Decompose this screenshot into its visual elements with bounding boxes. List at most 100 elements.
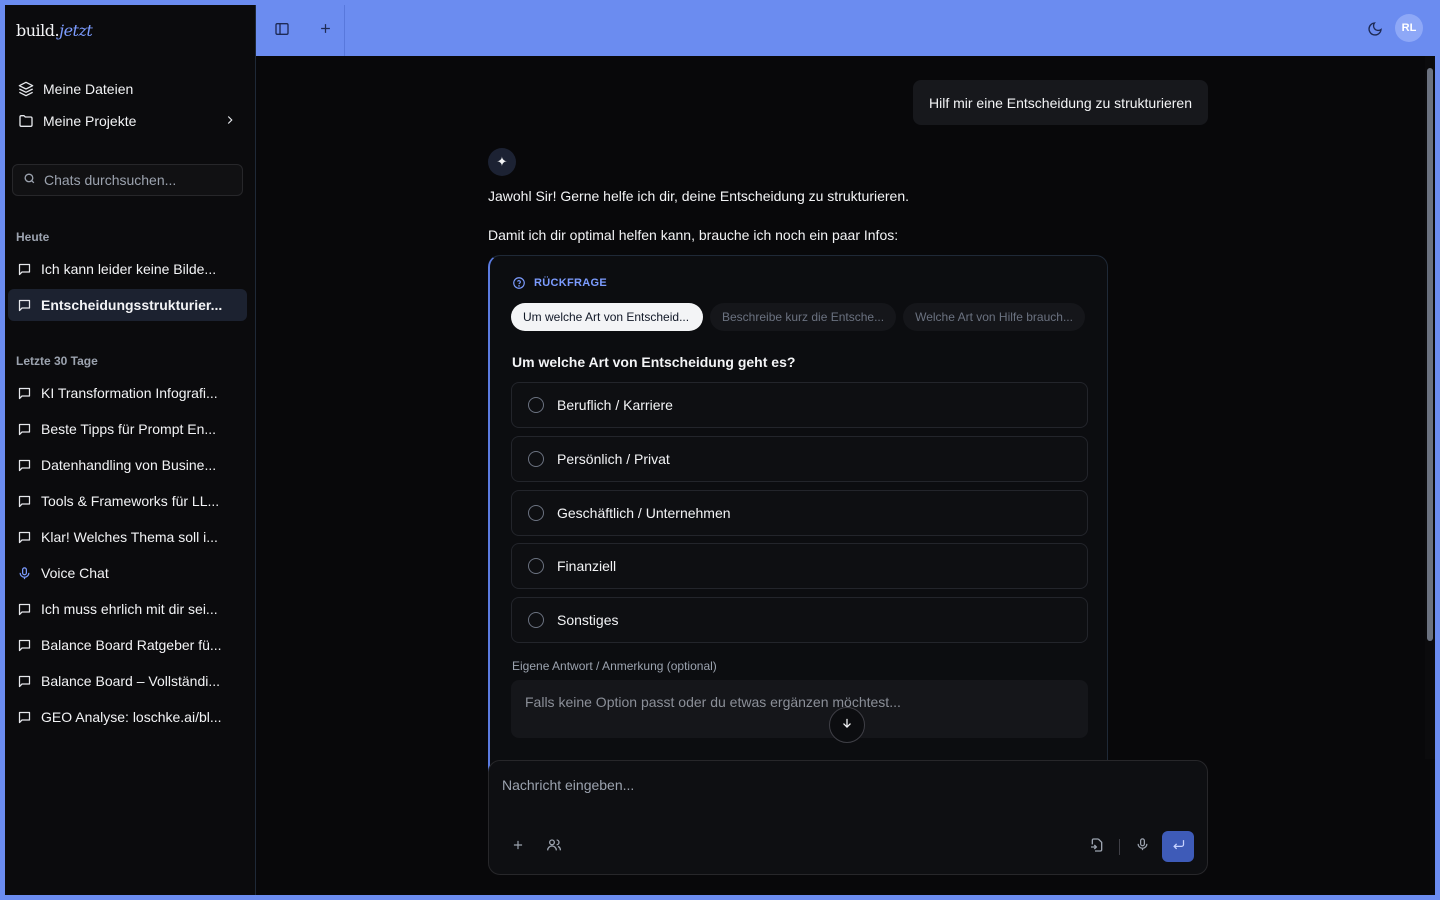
top-bar: RL: [256, 5, 1435, 56]
own-answer-input[interactable]: [511, 680, 1088, 738]
chat-bubble-icon: [17, 457, 33, 473]
scroll-to-bottom-button[interactable]: [829, 707, 865, 743]
chat-search[interactable]: [12, 164, 243, 196]
nav-my-files[interactable]: Meine Dateien: [8, 73, 247, 105]
answer-option[interactable]: Persönlich / Privat: [511, 435, 1088, 482]
answer-option-label: Geschäftlich / Unternehmen: [557, 504, 731, 521]
ai-message-intro: Jawohl Sir! Gerne helfe ich dir, deine E…: [488, 188, 910, 204]
chat-bubble-icon: [17, 673, 33, 689]
chat-list-item[interactable]: Balance Board – Vollständi...: [8, 665, 247, 697]
message-input[interactable]: [489, 761, 1207, 821]
file-import-icon: [1089, 837, 1105, 858]
search-icon: [23, 172, 36, 188]
ai-message-followup: Damit ich dir optimal helfen kann, brauc…: [488, 227, 899, 243]
chat-list-item-label: GEO Analyse: loschke.ai/bl...: [41, 709, 222, 725]
chat-scrollbar-thumb[interactable]: [1427, 68, 1433, 641]
radio-circle-icon[interactable]: [528, 504, 544, 521]
nav-my-files-label: Meine Dateien: [43, 81, 134, 97]
toggle-sidebar-button[interactable]: [268, 17, 296, 45]
answer-option-label: Beruflich / Karriere: [557, 397, 673, 413]
radio-circle-icon[interactable]: [528, 450, 544, 467]
question-title: Um welche Art von Entscheidung geht es?: [512, 354, 796, 370]
new-chat-button[interactable]: [311, 17, 339, 45]
layers-icon: [17, 80, 35, 98]
radio-circle-icon[interactable]: [528, 558, 544, 575]
chat-list-item-label: Balance Board Ratgeber fü...: [41, 637, 222, 653]
question-tab-1[interactable]: Um welche Art von Entscheid...: [511, 303, 703, 331]
chat-list-item-label: Voice Chat: [41, 565, 109, 581]
answer-option[interactable]: Sonstiges: [511, 597, 1088, 643]
chat-list-item-label: Beste Tipps für Prompt En...: [41, 421, 217, 437]
radio-circle-icon[interactable]: [528, 612, 544, 628]
arrow-down-icon: [840, 716, 854, 735]
chat-list-item[interactable]: Entscheidungsstrukturier...: [8, 289, 247, 321]
folder-icon: [17, 112, 35, 130]
chevron-right-icon[interactable]: [223, 113, 237, 130]
app-window: build.jetzt Meine Dateien Meine Projekte…: [5, 5, 1435, 895]
chat-list-item-label: Ich muss ehrlich mit dir sei...: [41, 601, 218, 617]
sidebar-icon: [274, 21, 290, 42]
answer-option[interactable]: Finanziell: [511, 543, 1088, 590]
user-avatar[interactable]: RL: [1395, 14, 1423, 42]
chat-list-item[interactable]: Ich kann leider keine Bilde...: [8, 253, 247, 285]
chat-bubble-icon: [17, 709, 33, 725]
chat-bubble-icon: [17, 385, 33, 401]
search-input[interactable]: [44, 172, 234, 188]
send-button[interactable]: [1162, 831, 1194, 862]
section-today: Heute: [16, 230, 50, 244]
persona-button[interactable]: [539, 832, 569, 862]
section-last-30-days: Letzte 30 Tage: [16, 354, 98, 368]
chat-list-item[interactable]: Beste Tipps für Prompt En...: [8, 413, 247, 445]
chat-list-item-label: Ich kann leider keine Bilde...: [41, 261, 217, 277]
answer-option-label: Persönlich / Privat: [557, 450, 670, 467]
attach-button[interactable]: [503, 832, 533, 862]
chat-list-item-label: KI Transformation Infografi...: [41, 385, 218, 401]
chat-list-item[interactable]: Tools & Frameworks für LL...: [8, 485, 247, 517]
chat-list-item[interactable]: Ich muss ehrlich mit dir sei...: [8, 593, 247, 625]
question-tab-3[interactable]: Welche Art von Hilfe brauch...: [903, 303, 1085, 331]
chat-list-item-label: Entscheidungsstrukturier...: [41, 297, 223, 313]
answer-option-label: Sonstiges: [557, 612, 619, 628]
composer-divider: [1119, 839, 1120, 855]
chat-list-item[interactable]: Datenhandling von Busine...: [8, 449, 247, 481]
plus-icon: [511, 838, 525, 857]
nav-my-projects[interactable]: Meine Projekte: [8, 105, 247, 137]
chat-list-item[interactable]: KI Transformation Infografi...: [8, 377, 247, 409]
users-icon: [546, 837, 562, 858]
prompt-library-button[interactable]: [1082, 832, 1112, 862]
answer-option[interactable]: Geschäftlich / Unternehmen: [511, 489, 1088, 536]
enter-icon: [1171, 837, 1186, 857]
user-message: Hilf mir eine Entscheidung zu strukturie…: [913, 80, 1208, 125]
sidebar: build.jetzt Meine Dateien Meine Projekte…: [5, 5, 256, 895]
chat-list-item[interactable]: Klar! Welches Thema soll i...: [8, 521, 247, 553]
own-answer-label: Eigene Antwort / Anmerkung (optional): [512, 659, 717, 673]
voice-input-button[interactable]: [1127, 832, 1157, 862]
message-composer: [488, 760, 1208, 875]
question-card-label: RÜCKFRAGE: [512, 276, 607, 290]
chat-bubble-icon: [17, 493, 33, 509]
microphone-icon: [17, 565, 33, 581]
theme-toggle-button[interactable]: [1361, 17, 1389, 45]
radio-circle-icon[interactable]: [528, 397, 544, 413]
chat-bubble-icon: [17, 529, 33, 545]
moon-icon: [1367, 21, 1383, 42]
chat-list-item[interactable]: GEO Analyse: loschke.ai/bl...: [8, 701, 247, 733]
chat-list-item-label: Klar! Welches Thema soll i...: [41, 529, 218, 545]
question-card: RÜCKFRAGE Um welche Art von Entscheid...…: [488, 255, 1108, 775]
answer-option-label: Finanziell: [557, 558, 617, 575]
chat-list-item[interactable]: Balance Board Ratgeber fü...: [8, 629, 247, 661]
chat-bubble-icon: [17, 297, 33, 313]
help-circle-icon: [512, 276, 526, 290]
chat-list-item[interactable]: Voice Chat: [8, 557, 247, 589]
plus-icon: [318, 21, 333, 41]
nav-my-projects-label: Meine Projekte: [43, 113, 137, 129]
chat-bubble-icon: [17, 601, 33, 617]
question-tabs: Um welche Art von Entscheid... Beschreib…: [511, 303, 1085, 331]
sparkle-icon: ✦: [488, 148, 516, 176]
chat-bubble-icon: [17, 637, 33, 653]
question-tab-2[interactable]: Beschreibe kurz die Entsche...: [710, 303, 897, 331]
app-logo[interactable]: build.jetzt: [16, 21, 93, 40]
microphone-icon: [1135, 837, 1150, 857]
answer-option[interactable]: Beruflich / Karriere: [511, 382, 1088, 428]
chat-list-item-label: Tools & Frameworks für LL...: [41, 493, 220, 509]
